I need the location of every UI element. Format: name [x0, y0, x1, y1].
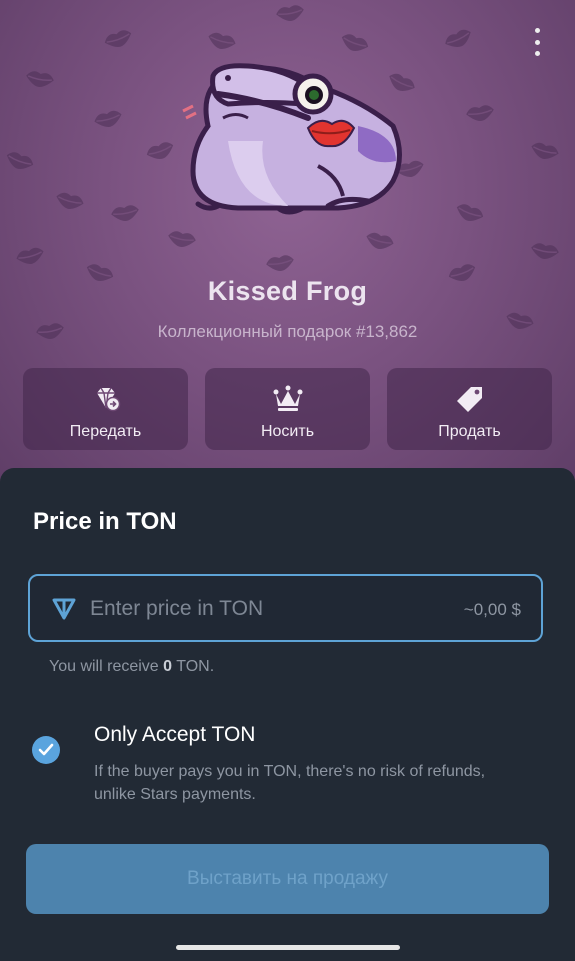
dot: [534, 39, 540, 45]
wear-button[interactable]: Носить: [205, 368, 370, 450]
home-indicator[interactable]: [176, 945, 400, 950]
gift-actions: Передать Носить Продать: [23, 368, 553, 450]
crown-icon: [273, 385, 302, 411]
checkmark-icon: [38, 743, 54, 756]
sell-sheet: Price in TON ~0,00 $ You will receive 0 …: [0, 468, 575, 961]
price-field[interactable]: ~0,00 $: [28, 574, 543, 642]
price-input[interactable]: [88, 592, 422, 626]
kissed-frog-sticker: [182, 63, 402, 215]
only-ton-description: If the buyer pays you in TON, there's no…: [94, 763, 486, 803]
transfer-gem-icon: [96, 387, 120, 412]
transfer-button[interactable]: Передать: [23, 368, 188, 450]
sheet-title: Price in TON: [33, 508, 177, 535]
dot: [534, 28, 540, 33]
gift-header: Kissed Frog Коллекционный подарок #13,86…: [0, 0, 575, 500]
dot: [534, 51, 540, 56]
gift-subtitle: Коллекционный подарок #13,862: [157, 322, 418, 341]
receive-prefix: You will receive: [49, 658, 164, 675]
gift-title: Kissed Frog: [207, 276, 368, 306]
ton-icon: [52, 598, 76, 620]
list-for-sale-button[interactable]: Выставить на продажу: [26, 844, 549, 914]
transfer-label: Передать: [69, 423, 142, 440]
only-ton-title: Only Accept TON: [94, 723, 256, 746]
receive-suffix: TON.: [172, 658, 215, 675]
receive-info: You will receive 0 TON.: [49, 658, 214, 676]
more-menu-button[interactable]: [527, 28, 547, 56]
list-for-sale-label: Выставить на продажу: [187, 868, 388, 889]
price-tag-icon: [456, 387, 482, 412]
sell-label: Продать: [438, 423, 501, 440]
wear-label: Носить: [260, 423, 315, 440]
usd-estimate: ~0,00 $: [463, 600, 521, 619]
only-ton-checkbox[interactable]: [32, 736, 60, 764]
receive-amount: 0: [163, 658, 173, 675]
sell-button[interactable]: Продать: [387, 368, 552, 450]
